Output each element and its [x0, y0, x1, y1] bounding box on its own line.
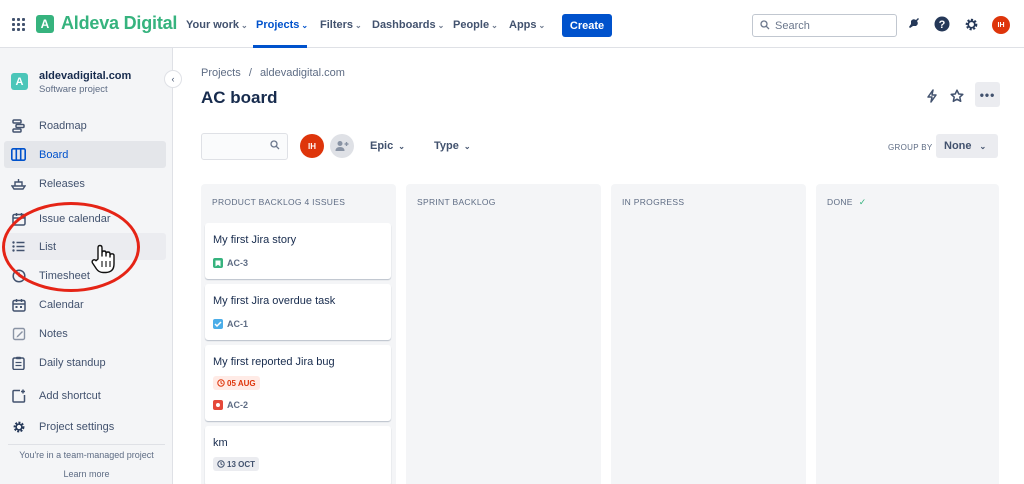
issue-card[interactable]: My first Jira overdue task AC-1 [205, 284, 391, 340]
due-date-badge: 13 OCT [213, 457, 260, 471]
board-search-input[interactable] [201, 133, 288, 160]
group-by-label: GROUP BY [888, 143, 933, 152]
top-navigation: A Aldeva Digital Your work ⌄ Projects ⌄ Fi… [0, 0, 1024, 48]
active-nav-indicator [253, 45, 307, 48]
nav-dashboards[interactable]: Dashboards ⌄ [372, 19, 444, 31]
epic-filter-dropdown[interactable]: Epic ⌄ [370, 140, 405, 152]
clipboard-icon [11, 355, 26, 370]
search-icon [270, 140, 280, 150]
project-avatar-icon[interactable]: A [11, 73, 28, 90]
add-person-icon[interactable] [330, 134, 354, 158]
column-title: SPRINT BACKLOG [417, 197, 496, 207]
nav-projects[interactable]: Projects ⌄ [256, 19, 308, 31]
task-icon [213, 319, 223, 329]
story-icon [213, 258, 223, 268]
search-input[interactable]: Search [752, 14, 897, 37]
nav-filters[interactable]: Filters ⌄ [320, 19, 362, 31]
breadcrumb: Projects / aldevadigital.com [201, 67, 345, 79]
notes-icon [11, 326, 26, 341]
project-name[interactable]: aldevadigital.com [39, 70, 131, 82]
chevron-down-icon: ⌄ [398, 142, 405, 151]
sidebar-item-notes[interactable]: Notes [4, 320, 166, 347]
sidebar-item-calendar[interactable]: Calendar [4, 291, 166, 318]
breadcrumb-projects[interactable]: Projects [201, 67, 241, 79]
page-title: AC board [201, 88, 278, 107]
breadcrumb-project[interactable]: aldevadigital.com [260, 67, 345, 79]
collapse-sidebar-button[interactable]: ‹ [164, 70, 182, 88]
calendar-icon [11, 297, 26, 312]
issue-card[interactable]: km 13 OCT [205, 426, 391, 484]
breadcrumb-separator: / [248, 67, 252, 79]
sidebar-item-board[interactable]: Board [4, 141, 166, 168]
nav-apps[interactable]: Apps ⌄ [509, 19, 545, 31]
card-title: My first Jira story [213, 234, 297, 246]
bug-icon [213, 400, 223, 410]
due-date-badge: 05 AUG [213, 376, 260, 390]
chevron-down-icon: ⌄ [301, 21, 309, 30]
sidebar-item-releases[interactable]: Releases [4, 170, 166, 197]
create-button[interactable]: Create [562, 14, 612, 37]
board-icon [11, 147, 26, 162]
sidebar-item-project-settings[interactable]: Project settings [4, 413, 166, 440]
brand-name[interactable]: Aldeva Digital [61, 13, 177, 34]
sidebar-item-add-shortcut[interactable]: Add shortcut [4, 382, 166, 409]
roadmap-icon [11, 118, 26, 133]
column-title: IN PROGRESS [622, 197, 685, 207]
checkmark-icon: ✓ [858, 197, 867, 207]
chevron-down-icon: ⌄ [437, 21, 445, 30]
column-sprint-backlog: SPRINT BACKLOG [406, 184, 601, 484]
chevron-down-icon: ⌄ [463, 142, 471, 151]
hand-pointer-icon [91, 244, 115, 274]
card-title: My first Jira overdue task [213, 295, 336, 307]
add-shortcut-icon [11, 388, 26, 403]
star-icon[interactable] [949, 88, 965, 104]
card-key: AC-3 [213, 258, 248, 268]
column-done: DONE ✓ [816, 184, 999, 484]
card-key: AC-2 [213, 400, 248, 410]
card-title: km [213, 437, 228, 449]
sidebar-divider [8, 444, 165, 445]
issue-card[interactable]: My first Jira story AC-3 [205, 223, 391, 279]
clock-icon [217, 460, 225, 468]
column-title: DONE ✓ [827, 197, 867, 207]
chevron-down-icon: ⌄ [538, 21, 546, 30]
help-icon[interactable]: ? [934, 16, 950, 32]
card-title: My first reported Jira bug [213, 356, 335, 368]
notifications-icon[interactable] [905, 16, 921, 32]
sidebar-item-daily-standup[interactable]: Daily standup [4, 349, 166, 376]
learn-more-link[interactable]: Learn more [0, 469, 173, 479]
card-key: AC-1 [213, 319, 248, 329]
clock-icon [217, 379, 225, 387]
sidebar-item-roadmap[interactable]: Roadmap [4, 112, 166, 139]
issue-card[interactable]: My first reported Jira bug 05 AUG AC-2 [205, 345, 391, 421]
gear-icon [11, 419, 26, 434]
user-avatar[interactable]: IH [992, 16, 1010, 34]
chevron-down-icon: ⌄ [355, 21, 362, 30]
column-title: PRODUCT BACKLOG 4 ISSUES [212, 197, 346, 207]
project-type: Software project [39, 84, 108, 95]
chevron-down-icon: ⌄ [979, 141, 987, 151]
app-switcher-icon[interactable] [12, 18, 25, 31]
chevron-down-icon: ⌄ [491, 21, 498, 30]
assignee-avatar-filter[interactable]: IH [300, 134, 324, 158]
brand-logo-icon[interactable]: A [36, 15, 54, 33]
type-filter-dropdown[interactable]: Type ⌄ [434, 140, 471, 152]
group-by-dropdown[interactable]: None ⌄ [936, 134, 998, 158]
search-icon [760, 20, 770, 30]
nav-your-work[interactable]: Your work ⌄ [186, 19, 248, 31]
chevron-down-icon: ⌄ [240, 21, 248, 30]
team-managed-note: You're in a team-managed project [19, 450, 154, 460]
settings-gear-icon[interactable] [963, 16, 979, 32]
svg-text:?: ? [939, 19, 946, 31]
column-in-progress: IN PROGRESS [611, 184, 806, 484]
column-product-backlog: PRODUCT BACKLOG 4 ISSUES My first Jira s… [201, 184, 396, 484]
lightning-icon[interactable] [924, 88, 940, 104]
nav-people[interactable]: People ⌄ [453, 19, 498, 31]
more-actions-button[interactable]: ••• [975, 82, 1000, 107]
ship-icon [11, 176, 26, 191]
search-placeholder: Search [775, 19, 810, 32]
